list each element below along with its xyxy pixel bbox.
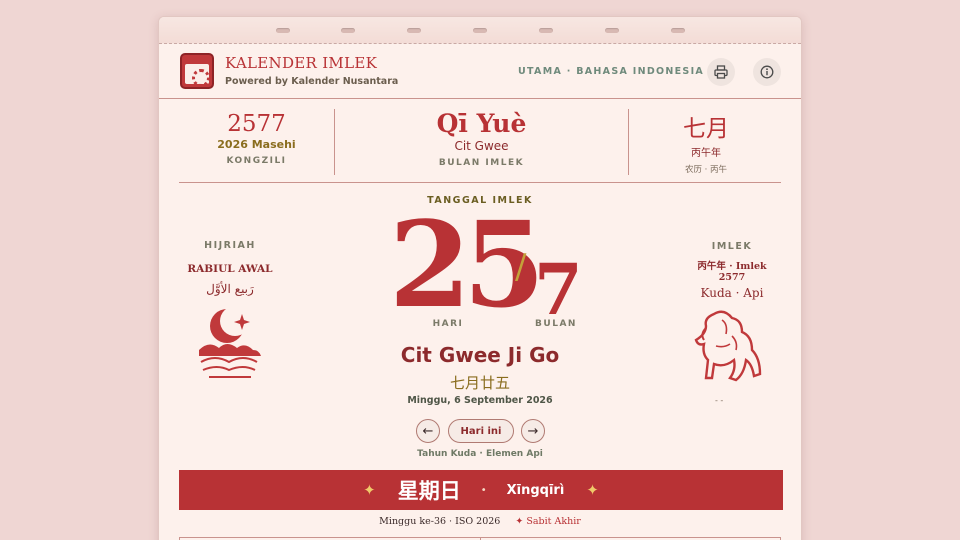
day-caption: HARI — [432, 319, 464, 329]
year-summary: 2577 2026 Masehi KONGZILI — [179, 109, 334, 175]
calendar-card: KALENDER IMLEK Powered by Kalender Nusan… — [158, 16, 802, 540]
imlek-year-number: 2577 — [718, 272, 746, 283]
weekday-banner: ✦ 星期日 • Xīngqīrì ✦ — [179, 470, 783, 510]
banner-star-left: ✦ — [363, 481, 376, 499]
date-slash: / — [515, 247, 527, 287]
gregorian-year: 2026 Masehi — [217, 138, 296, 151]
nav-links[interactable]: UTAMA · BAHASA INDONESIA — [518, 66, 704, 77]
binding-ring — [407, 28, 421, 33]
today-button[interactable]: Hari ini — [448, 419, 514, 443]
month-caption: BULAN IMLEK — [438, 158, 525, 168]
binding-ring — [671, 28, 685, 33]
month-caption: BULAN — [535, 319, 577, 329]
app-subtitle: Powered by Kalender Nusantara — [225, 76, 399, 87]
year-caption: KONGZILI — [226, 156, 287, 166]
hijri-month: RABIUL AWAL — [187, 263, 273, 275]
banner-star-right: ✦ — [586, 481, 599, 499]
printer-icon — [714, 65, 728, 79]
zodiac-panel: IMLEK 丙午年 · Imlek 2577 Kuda · Api - - — [681, 241, 783, 405]
date-panel: TANGGAL IMLEK HIJRIAH RABIUL AWAL رَبيع … — [159, 183, 801, 473]
hijri-arabic: رَبيع الأوَّل — [206, 282, 254, 296]
horse-zodiac-icon — [694, 310, 762, 382]
month-chinese: 七月 — [683, 116, 729, 142]
app-title: KALENDER IMLEK — [225, 54, 378, 72]
print-button[interactable] — [707, 58, 735, 86]
imlek-label: IMLEK — [711, 241, 753, 252]
binding-ring — [276, 28, 290, 33]
binding-ring — [539, 28, 553, 33]
prev-day-button[interactable]: ← — [416, 419, 440, 443]
weekday-chinese: 星期日 — [397, 479, 461, 503]
app-header: KALENDER IMLEK Powered by Kalender Nusan… — [159, 45, 801, 99]
binding-ring — [473, 28, 487, 33]
binding-ring — [341, 28, 355, 33]
calendar-logo-icon — [180, 53, 214, 89]
summary-strip: 2577 2026 Masehi KONGZILI Qī Yuè Cit Gwe… — [179, 109, 781, 183]
chinese-summary: 七月 丙午年 农历 · 丙午 — [629, 109, 783, 175]
weekday-pinyin: Xīngqīrì — [506, 482, 565, 498]
hijri-label: HIJRIAH — [204, 240, 256, 251]
crescent-moon-icon — [199, 306, 261, 378]
month-pinyin: Qī Yuè — [436, 109, 527, 138]
lunar-month-number: 7 — [534, 248, 583, 331]
info-icon — [760, 65, 774, 79]
month-summary: Qī Yuè Cit Gwee BULAN IMLEK — [335, 109, 628, 175]
info-button[interactable] — [753, 58, 781, 86]
week-info: Minggu ke-36 · ISO 2026 ✦ Sabit Akhir — [159, 516, 801, 527]
kongzili-year: 2577 — [227, 111, 286, 137]
lunar-caption: 农历 · 丙午 — [684, 165, 728, 175]
next-day-button[interactable]: → — [521, 419, 545, 443]
banner-dot: • — [480, 484, 487, 496]
month-hokkien: Cit Gwee — [454, 139, 509, 153]
moon-phase: Sabit Akhir — [526, 516, 581, 527]
binding-strip — [159, 17, 801, 44]
lunar-day-number: 25 — [389, 195, 545, 334]
iso-week: Minggu ke-36 · ISO 2026 — [379, 516, 501, 527]
zodiac-text: Kuda · Api — [700, 286, 764, 300]
moon-phase-star: ✦ — [515, 516, 524, 527]
imlek-year-line: 丙午年 · Imlek — [697, 261, 767, 272]
binding-ring — [605, 28, 619, 33]
zodiac-dots: - - — [715, 396, 724, 405]
year-element-note: Tahun Kuda · Elemen Api — [417, 449, 543, 459]
year-ganzhi: 丙午年 — [691, 148, 721, 159]
